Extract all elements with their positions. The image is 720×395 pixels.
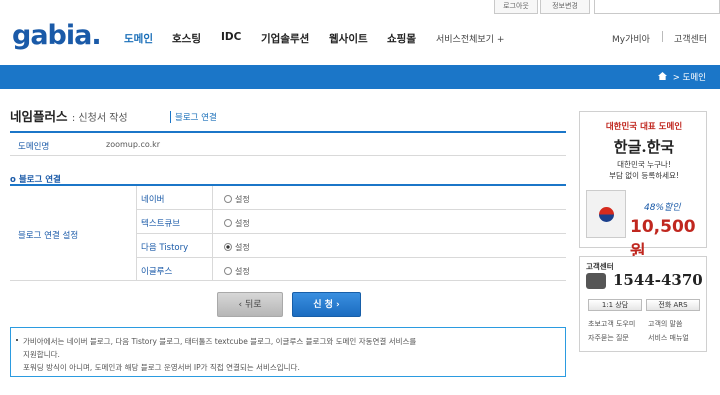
- option-tistory[interactable]: 설정: [224, 242, 250, 253]
- promo-line1: 대한민국 대표 도메인: [605, 122, 683, 132]
- promo-banner[interactable]: 대한민국 대표 도메인 한글.한국 대한민국 누구나! 부담 없이 등록하세요!…: [579, 111, 707, 262]
- nav-website[interactable]: 웹사이트: [329, 31, 368, 46]
- option-label: 설정: [235, 243, 250, 252]
- radio-egloos[interactable]: [224, 267, 232, 275]
- support-link-manual[interactable]: 서비스 매뉴얼: [648, 333, 689, 343]
- page-title: 네임플러스 : 신청서 작성: [10, 106, 128, 125]
- nav-divider: [662, 31, 663, 42]
- support-link-beginner[interactable]: 초보고객 도우미: [588, 319, 635, 329]
- nav-hosting[interactable]: 호스팅: [172, 31, 201, 46]
- notice-line: 포워딩 방식이 아니며, 도메인과 해당 블로그 운영서버 IP가 직접 연결되…: [23, 363, 300, 372]
- blog-name-egloos: 이글루스: [141, 267, 173, 277]
- option-naver[interactable]: 설정: [224, 194, 250, 205]
- radio-naver[interactable]: [224, 195, 232, 203]
- home-icon[interactable]: [658, 72, 667, 80]
- support-title: 고객센터: [586, 262, 614, 271]
- support-link-voice[interactable]: 고객의 말씀: [648, 319, 682, 329]
- blog-setting-label: 블로그 연결 설정: [18, 231, 79, 241]
- nav-domain[interactable]: 도메인: [124, 31, 153, 46]
- logout-link[interactable]: 로그아웃: [494, 0, 538, 14]
- support-box: 고객센터 1544-4370 1:1 상담 전화 ARS 초보고객 도우미 고객…: [579, 256, 707, 352]
- domain-value: zoomup.co.kr: [106, 140, 161, 149]
- search-input[interactable]: [594, 0, 720, 14]
- edit-profile-link[interactable]: 정보변경: [540, 0, 590, 14]
- option-label: 설정: [235, 195, 250, 204]
- back-button[interactable]: ‹ 뒤로: [217, 292, 283, 317]
- support-phone: 1544-4370: [613, 271, 703, 289]
- nav-idc[interactable]: IDC: [221, 31, 241, 43]
- support-link-faq[interactable]: 자주묻는 질문: [588, 333, 629, 343]
- bullet-icon: [16, 339, 18, 341]
- blue-banner-bar: [0, 65, 720, 89]
- row-divider: [136, 257, 566, 258]
- domain-row: 도메인명 zoomup.co.kr: [10, 133, 566, 156]
- notice-box: 가비아에서는 네이버 블로그, 다음 Tistory 블로그, 태터툴즈 tex…: [10, 327, 566, 377]
- phone-ars-button[interactable]: 전화 ARS: [646, 299, 700, 311]
- korean-flag-icon: [586, 190, 626, 238]
- option-label: 설정: [235, 219, 250, 228]
- promo-line2: 한글.한국: [613, 138, 675, 156]
- row-divider: [136, 233, 566, 234]
- option-textcube[interactable]: 설정: [224, 218, 250, 229]
- blog-name-tistory: 다음 Tistory: [141, 243, 189, 253]
- breadcrumb: > 도메인: [658, 71, 706, 83]
- nav-all-services[interactable]: 서비스전체보기 +: [436, 32, 504, 45]
- blog-name-textcube: 텍스트큐브: [141, 219, 181, 229]
- radio-textcube[interactable]: [224, 219, 232, 227]
- support-link[interactable]: 고객센터: [674, 32, 707, 45]
- page-subtitle: : 신청서 작성: [71, 113, 128, 124]
- notice-line: 가비아에서는 네이버 블로그, 다음 Tistory 블로그, 태터툴즈 tex…: [23, 337, 417, 346]
- gabia-logo[interactable]: gabia.: [12, 20, 102, 51]
- chat-consult-button[interactable]: 1:1 상담: [588, 299, 642, 311]
- promo-line4: 부담 없이 등록하세요!: [609, 171, 679, 180]
- breadcrumb-current[interactable]: 도메인: [683, 73, 706, 83]
- top-utility-bar: 로그아웃 정보변경: [0, 0, 720, 14]
- promo-discount: 48%할인: [644, 203, 681, 213]
- row-divider: [136, 209, 566, 210]
- my-gabia-link[interactable]: My가비아: [612, 32, 650, 45]
- notice-line: 지원합니다.: [23, 350, 60, 359]
- option-egloos[interactable]: 설정: [224, 266, 250, 277]
- blog-settings-table: 블로그 연결 설정 네이버 설정 텍스트큐브 설정 다음 Tistory 설정 …: [10, 186, 566, 281]
- nav-enterprise[interactable]: 기업솔루션: [261, 31, 309, 46]
- option-label: 설정: [235, 267, 250, 276]
- blog-name-naver: 네이버: [141, 195, 165, 205]
- nav-shopping[interactable]: 쇼핑몰: [387, 31, 416, 46]
- domain-label: 도메인명: [18, 142, 50, 152]
- page-title-text: 네임플러스: [10, 109, 68, 124]
- row-divider: [10, 280, 566, 281]
- promo-line3: 대한민국 누구나!: [617, 160, 671, 169]
- radio-tistory[interactable]: [224, 243, 232, 251]
- telephone-icon: [586, 273, 606, 289]
- breadcrumb-separator: >: [672, 73, 683, 83]
- apply-button[interactable]: 신 청 ›: [292, 292, 361, 317]
- tab-blog-connect[interactable]: 블로그 연결: [170, 111, 217, 123]
